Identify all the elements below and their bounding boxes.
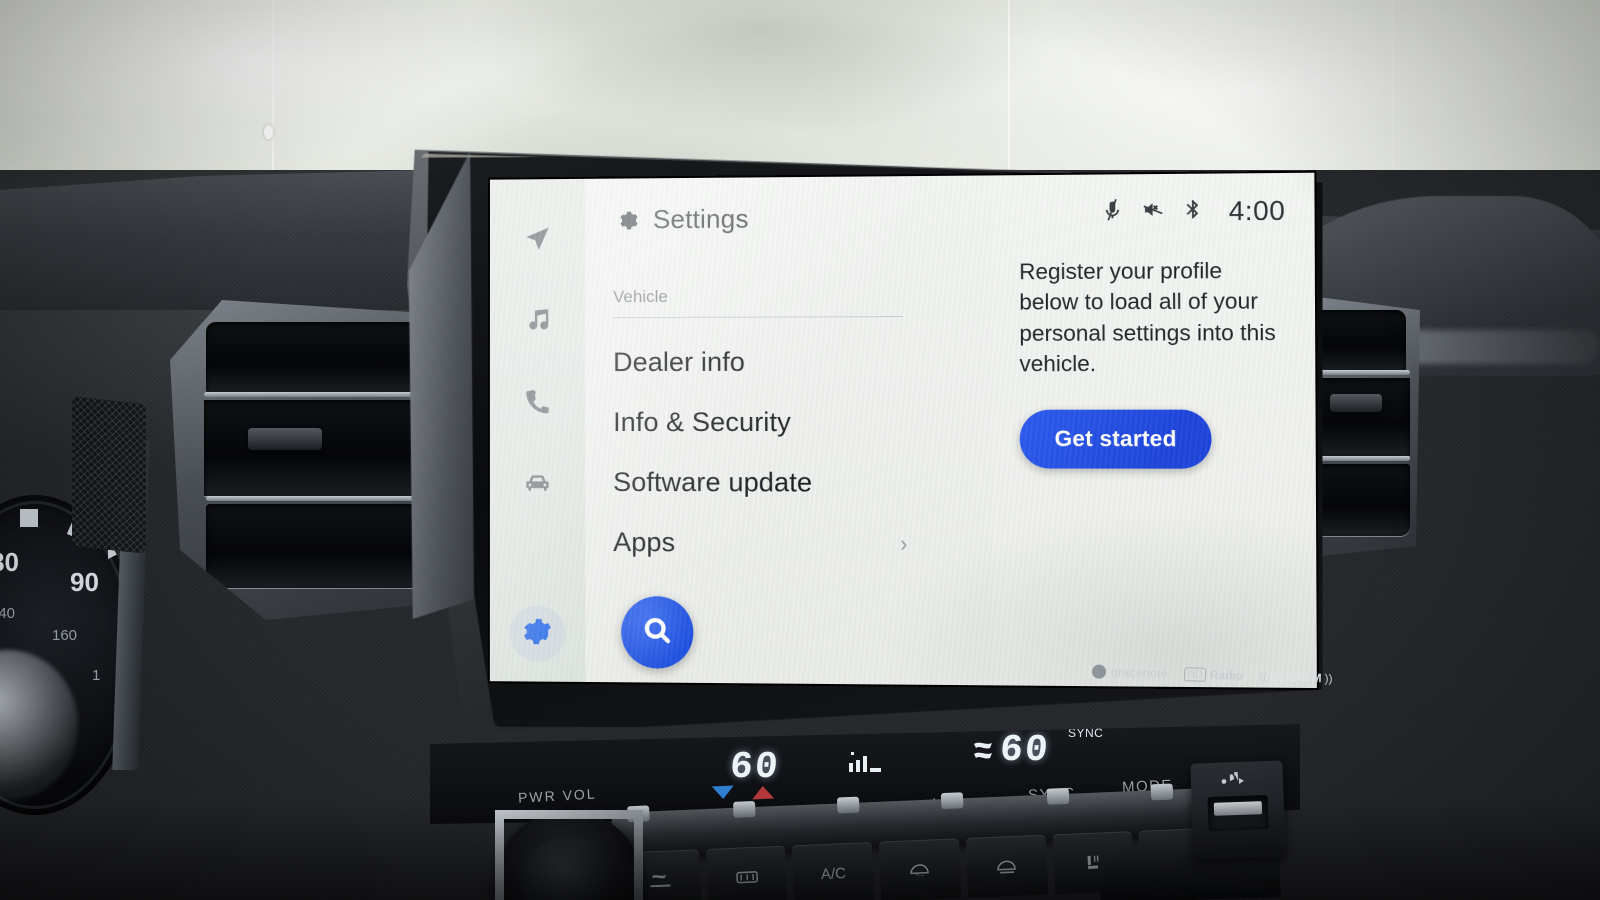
usb-port-panel[interactable] [1190,760,1286,860]
vent-direction-knob[interactable] [248,428,322,450]
ac-button[interactable]: A/C [792,841,875,900]
speedo-label-80: 80 [0,547,19,577]
vent-direction-knob[interactable] [1330,394,1382,412]
gear-icon [523,616,553,651]
head-unit-top-lip [419,134,1317,157]
get-started-button[interactable]: Get started [1019,410,1213,470]
passenger-temp-key[interactable] [1150,783,1174,801]
status-bar: 4:00 [1019,173,1286,229]
menu-item-apps[interactable]: Apps › [613,527,907,559]
settings-list-panel: Settings Vehicle Dealer info Info & Secu… [585,175,994,686]
water-droplet [264,125,273,139]
usb-socket[interactable] [1207,794,1269,832]
bluetooth-icon[interactable] [1182,198,1205,226]
sidebar-item-media[interactable] [510,294,566,350]
profile-content-panel: 4:00 Register your profile below to load… [992,172,1317,689]
sidebar-item-vehicle[interactable] [510,458,566,514]
menu-item-label: Dealer info [613,346,746,378]
gracenote-label: gracenote [1110,664,1169,681]
menu-item-dealer-info[interactable]: Dealer info [613,346,907,378]
sidebar-item-phone[interactable] [510,376,566,432]
hd-radio-logo: HD Radio [1183,667,1244,683]
profile-message: Register your profile below to load all … [1019,257,1276,377]
fan-level-icon [845,746,885,780]
microphone-muted-icon[interactable] [1101,198,1124,227]
fan-key[interactable] [836,796,860,814]
gracenote-mark-icon [1091,664,1107,679]
gracenote-logo: gracenote [1091,664,1169,681]
car-icon [523,468,553,503]
menu-item-software-update[interactable]: Software update [613,467,907,499]
search-button[interactable] [621,596,694,669]
search-icon [641,614,673,651]
temp-up-arrow-icon [751,785,775,800]
speedo-label-90: 90 [70,567,99,597]
section-divider [613,316,903,319]
menu-item-label: Apps [613,526,676,558]
speedo-kph-140: 140 [0,605,16,622]
page-title: Settings [652,203,749,235]
hd-radio-mark-icon: HD [1183,667,1207,682]
app-rail [489,178,586,682]
usb-icon [1219,769,1254,792]
chevron-right-icon: › [900,530,908,556]
speedo-kph-180: 1 [92,667,101,684]
temp-rocker-key[interactable] [627,805,650,823]
siriusxm-logo: (( SiriusXM )) [1259,669,1333,685]
navigation-icon [523,223,553,258]
siriusxm-wave-icon: )) [1324,671,1333,686]
dashboard-photo: 80 90 10 km/h 120 140 160 1 [0,0,1600,900]
gear-icon [613,207,639,233]
menu-item-label: Software update [613,466,813,498]
music-note-icon [523,305,553,340]
siriusxm-label: SiriusXM [1269,669,1322,686]
driver-temperature: 60 [728,746,782,789]
sync-key[interactable] [940,792,964,810]
siriusxm-wave-icon: (( [1258,669,1268,684]
rear-defog-button[interactable] [965,834,1048,899]
sidebar-item-navigation[interactable] [510,213,566,269]
passenger-temperature: 60 [998,729,1052,772]
panel-header: Settings [613,175,992,235]
temp-down-arrow-icon [711,785,735,800]
front-defog-button[interactable] [878,838,962,900]
speedo-kph-160: 160 [52,627,78,644]
volume-muted-icon[interactable] [1142,198,1165,226]
auto-key[interactable] [732,800,756,818]
menu-item-label: Info & Security [613,406,791,438]
section-label-vehicle: Vehicle [613,286,668,307]
vent-slat [1308,310,1406,372]
vent-slat-edge [204,392,440,397]
menu-item-info-security[interactable]: Info & Security [613,407,907,438]
knob-face [522,837,616,900]
vent-slat [206,322,436,394]
speedo-major-tick [20,509,38,527]
hd-radio-label: Radio [1209,667,1244,683]
sidebar-item-settings[interactable] [509,605,566,662]
infotainment-head-unit: Settings Vehicle Dealer info Info & Secu… [407,132,1323,736]
speaker-grille [72,396,146,554]
phone-icon [523,387,553,422]
rear-defrost-button[interactable] [705,845,788,900]
recirculate-icon [970,738,1000,764]
mode-key[interactable] [1046,787,1070,805]
infotainment-screen[interactable]: Settings Vehicle Dealer info Info & Secu… [489,172,1317,689]
clock: 4:00 [1228,195,1286,227]
